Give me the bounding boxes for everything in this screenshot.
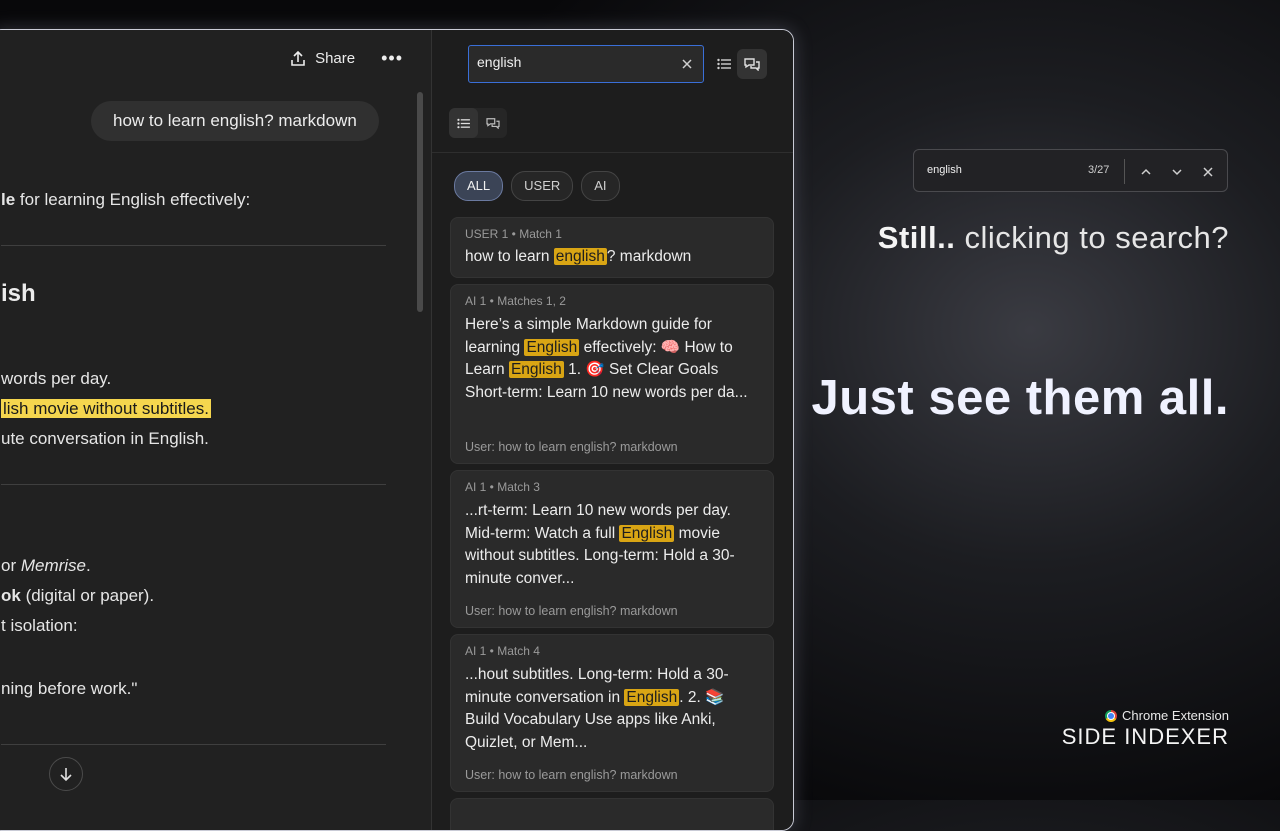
search-box bbox=[468, 45, 704, 83]
card-snippet: Here’s a simple Markdown guide for learn… bbox=[465, 316, 748, 401]
find-query[interactable]: english bbox=[927, 164, 962, 176]
match-highlight: English bbox=[524, 338, 580, 356]
card-meta: AI 1 • Matches 1, 2 bbox=[465, 294, 566, 308]
find-previous-button[interactable] bbox=[1136, 162, 1156, 182]
chrome-logo-icon bbox=[1105, 709, 1118, 722]
match-highlight: English bbox=[508, 361, 564, 378]
list-view-button[interactable] bbox=[710, 50, 738, 78]
chat-pane: Share ••• how to learn english? markdown… bbox=[0, 30, 431, 830]
result-card[interactable]: AI 1 • Matches 1, 2 Here’s a simple Mark… bbox=[450, 284, 774, 464]
tagline-headline: Just see them all. bbox=[811, 371, 1229, 425]
answer-intro: le for learning English effectively: bbox=[1, 190, 251, 209]
result-card[interactable]: AI 1 • Match 4 ...hout subtitles. Long-t… bbox=[450, 634, 774, 792]
close-icon bbox=[682, 59, 692, 69]
current-match-highlight: lish movie without subtitles. bbox=[1, 399, 211, 418]
chat-scrollbar[interactable] bbox=[417, 92, 423, 312]
match-highlight: English bbox=[619, 524, 675, 542]
filter-pills: ALL USER AI bbox=[454, 171, 620, 201]
filter-user[interactable]: USER bbox=[511, 171, 574, 201]
answer-line: or Memrise. bbox=[1, 556, 91, 575]
browser-find-bar: english 3/27 bbox=[913, 149, 1228, 192]
chat-bubbles-icon bbox=[744, 58, 760, 71]
side-indexer-panel: ALL USER AI USER 1 • Match 1 how to lear… bbox=[431, 30, 793, 830]
chat-toolbar: Share ••• bbox=[289, 48, 403, 69]
divider bbox=[1, 744, 386, 745]
segment-chat[interactable] bbox=[478, 108, 507, 138]
view-mode-toggle bbox=[449, 108, 507, 138]
browser-window: Share ••• how to learn english? markdown… bbox=[0, 29, 794, 831]
match-highlight: english bbox=[553, 248, 607, 265]
card-snippet: ...rt-term: Learn 10 new words per day. … bbox=[465, 502, 735, 587]
divider bbox=[432, 152, 793, 153]
answer-line: ute conversation in English. bbox=[1, 429, 209, 448]
card-meta: USER 1 • Match 1 bbox=[465, 227, 562, 241]
divider bbox=[1, 245, 386, 246]
close-icon bbox=[1203, 167, 1213, 177]
card-snippet: ...hout subtitles. Long-term: Hold a 30-… bbox=[465, 666, 729, 751]
arrow-down-icon bbox=[60, 768, 72, 782]
clear-search-button[interactable] bbox=[671, 46, 703, 82]
card-source: User: how to learn english? markdown bbox=[465, 604, 678, 618]
answer-line: ning before work." bbox=[1, 679, 138, 698]
user-message-bubble: how to learn english? markdown bbox=[91, 101, 379, 141]
divider bbox=[1124, 159, 1125, 184]
find-next-button[interactable] bbox=[1167, 162, 1187, 182]
share-button[interactable]: Share bbox=[289, 50, 355, 68]
chevron-up-icon bbox=[1141, 168, 1151, 175]
answer-line-highlighted: lish movie without subtitles. bbox=[1, 399, 211, 419]
filter-all[interactable]: ALL bbox=[454, 171, 504, 201]
answer-line: ok (digital or paper). bbox=[1, 586, 155, 605]
card-meta: AI 1 • Match 3 bbox=[465, 480, 540, 494]
answer-line: words per day. bbox=[1, 369, 112, 388]
divider bbox=[1, 484, 386, 485]
brand-subtitle: Chrome Extension bbox=[1105, 708, 1229, 723]
brand-name: SIDE INDEXER bbox=[1061, 724, 1229, 749]
chat-bubbles-icon bbox=[485, 118, 500, 129]
card-source: User: how to learn english? markdown bbox=[465, 768, 678, 782]
share-label: Share bbox=[315, 50, 356, 67]
result-card[interactable] bbox=[450, 798, 774, 830]
card-source: User: how to learn english? markdown bbox=[465, 440, 678, 454]
answer-heading: ish bbox=[1, 280, 36, 307]
search-input[interactable] bbox=[469, 46, 675, 78]
find-count: 3/27 bbox=[1088, 164, 1110, 176]
scroll-down-button[interactable] bbox=[49, 757, 83, 791]
card-snippet: how to learn english? markdown bbox=[465, 248, 692, 265]
find-close-button[interactable] bbox=[1198, 162, 1218, 182]
match-highlight: English bbox=[624, 688, 680, 706]
result-card[interactable]: USER 1 • Match 1 how to learn english? m… bbox=[450, 217, 774, 278]
more-options-button[interactable]: ••• bbox=[381, 48, 403, 69]
answer-line: t isolation: bbox=[1, 616, 78, 635]
tagline-question: Still.. clicking to search? bbox=[877, 220, 1229, 255]
list-icon bbox=[457, 118, 470, 128]
chevron-down-icon bbox=[1172, 169, 1182, 176]
share-icon bbox=[291, 50, 305, 66]
chat-view-button[interactable] bbox=[737, 49, 767, 79]
segment-list[interactable] bbox=[449, 108, 478, 138]
result-card[interactable]: AI 1 • Match 3 ...rt-term: Learn 10 new … bbox=[450, 470, 774, 628]
list-icon bbox=[717, 58, 731, 70]
card-meta: AI 1 • Match 4 bbox=[465, 644, 540, 658]
filter-ai[interactable]: AI bbox=[581, 171, 620, 201]
